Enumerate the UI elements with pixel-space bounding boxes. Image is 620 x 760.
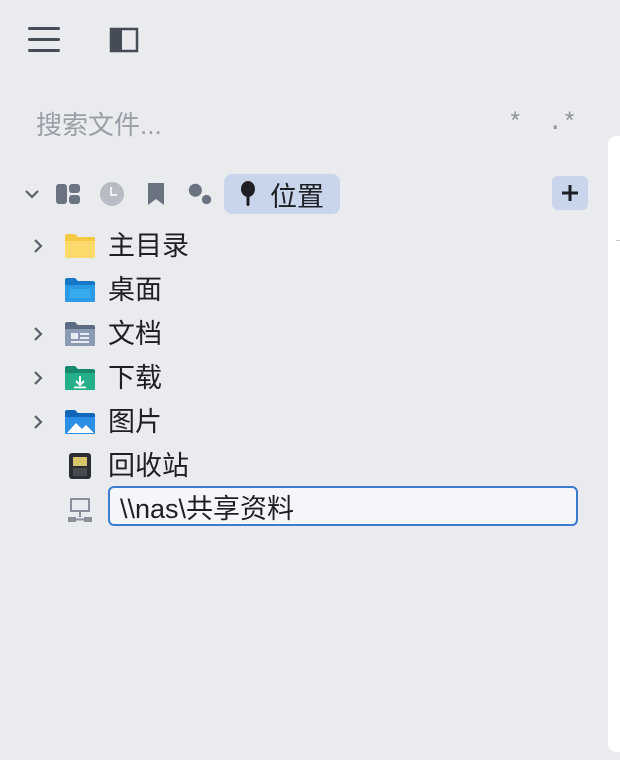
- tree-item-documents[interactable]: 文档: [0, 312, 600, 356]
- tree-item-label: 回收站: [108, 451, 189, 481]
- documents-folder-icon: [65, 322, 95, 346]
- tree-item-label: 桌面: [108, 275, 162, 305]
- chevron-right-icon[interactable]: [28, 368, 48, 388]
- menu-icon[interactable]: [26, 22, 62, 58]
- pictures-folder-icon: [65, 410, 95, 434]
- recent-clock-icon[interactable]: [98, 180, 126, 208]
- glob-toggle[interactable]: *: [508, 110, 522, 137]
- tab-locations-label: 位置: [270, 181, 324, 212]
- tree-item-label: 文档: [108, 319, 162, 349]
- content-panel-edge: [608, 136, 620, 752]
- tree-item-label: 下载: [108, 363, 162, 393]
- toolbar: [0, 0, 620, 80]
- tree-item-trash[interactable]: 回收站: [0, 444, 600, 488]
- tree-item-desktop[interactable]: 桌面: [0, 268, 600, 312]
- locations-tree: 主目录 桌面 文档 下载 图片 回收站 \\nas\共享资料: [0, 224, 600, 532]
- search-bar: * .*: [28, 100, 588, 150]
- location-path-input[interactable]: [108, 486, 578, 526]
- tree-item-label: 主目录: [108, 231, 189, 261]
- desktop-folder-icon: [65, 278, 95, 302]
- home-folder-icon: [65, 234, 95, 258]
- chevron-right-icon[interactable]: [28, 412, 48, 432]
- search-input[interactable]: [28, 100, 476, 150]
- add-location-button[interactable]: [552, 176, 588, 210]
- chevron-down-icon[interactable]: [18, 180, 46, 208]
- grid-view-icon[interactable]: [54, 180, 82, 208]
- sidebar-tab-row: 位置: [0, 172, 600, 216]
- sidebar-toggle-icon[interactable]: [106, 22, 142, 58]
- bookmark-icon[interactable]: [142, 180, 170, 208]
- regex-toggle[interactable]: .*: [548, 110, 577, 137]
- trash-icon: [69, 453, 91, 479]
- chevron-right-icon[interactable]: [28, 236, 48, 256]
- tree-item-pictures[interactable]: 图片: [0, 400, 600, 444]
- plus-icon: [562, 185, 578, 201]
- downloads-folder-icon: [65, 366, 95, 390]
- tree-item-home[interactable]: 主目录: [0, 224, 600, 268]
- tree-item-downloads[interactable]: 下载: [0, 356, 600, 400]
- tab-locations[interactable]: 位置: [224, 174, 340, 214]
- chevron-right-icon[interactable]: [28, 324, 48, 344]
- network-icon: [68, 498, 92, 522]
- pin-icon: [241, 181, 255, 206]
- tree-item-label: 图片: [108, 407, 162, 437]
- devices-icon[interactable]: [186, 180, 214, 208]
